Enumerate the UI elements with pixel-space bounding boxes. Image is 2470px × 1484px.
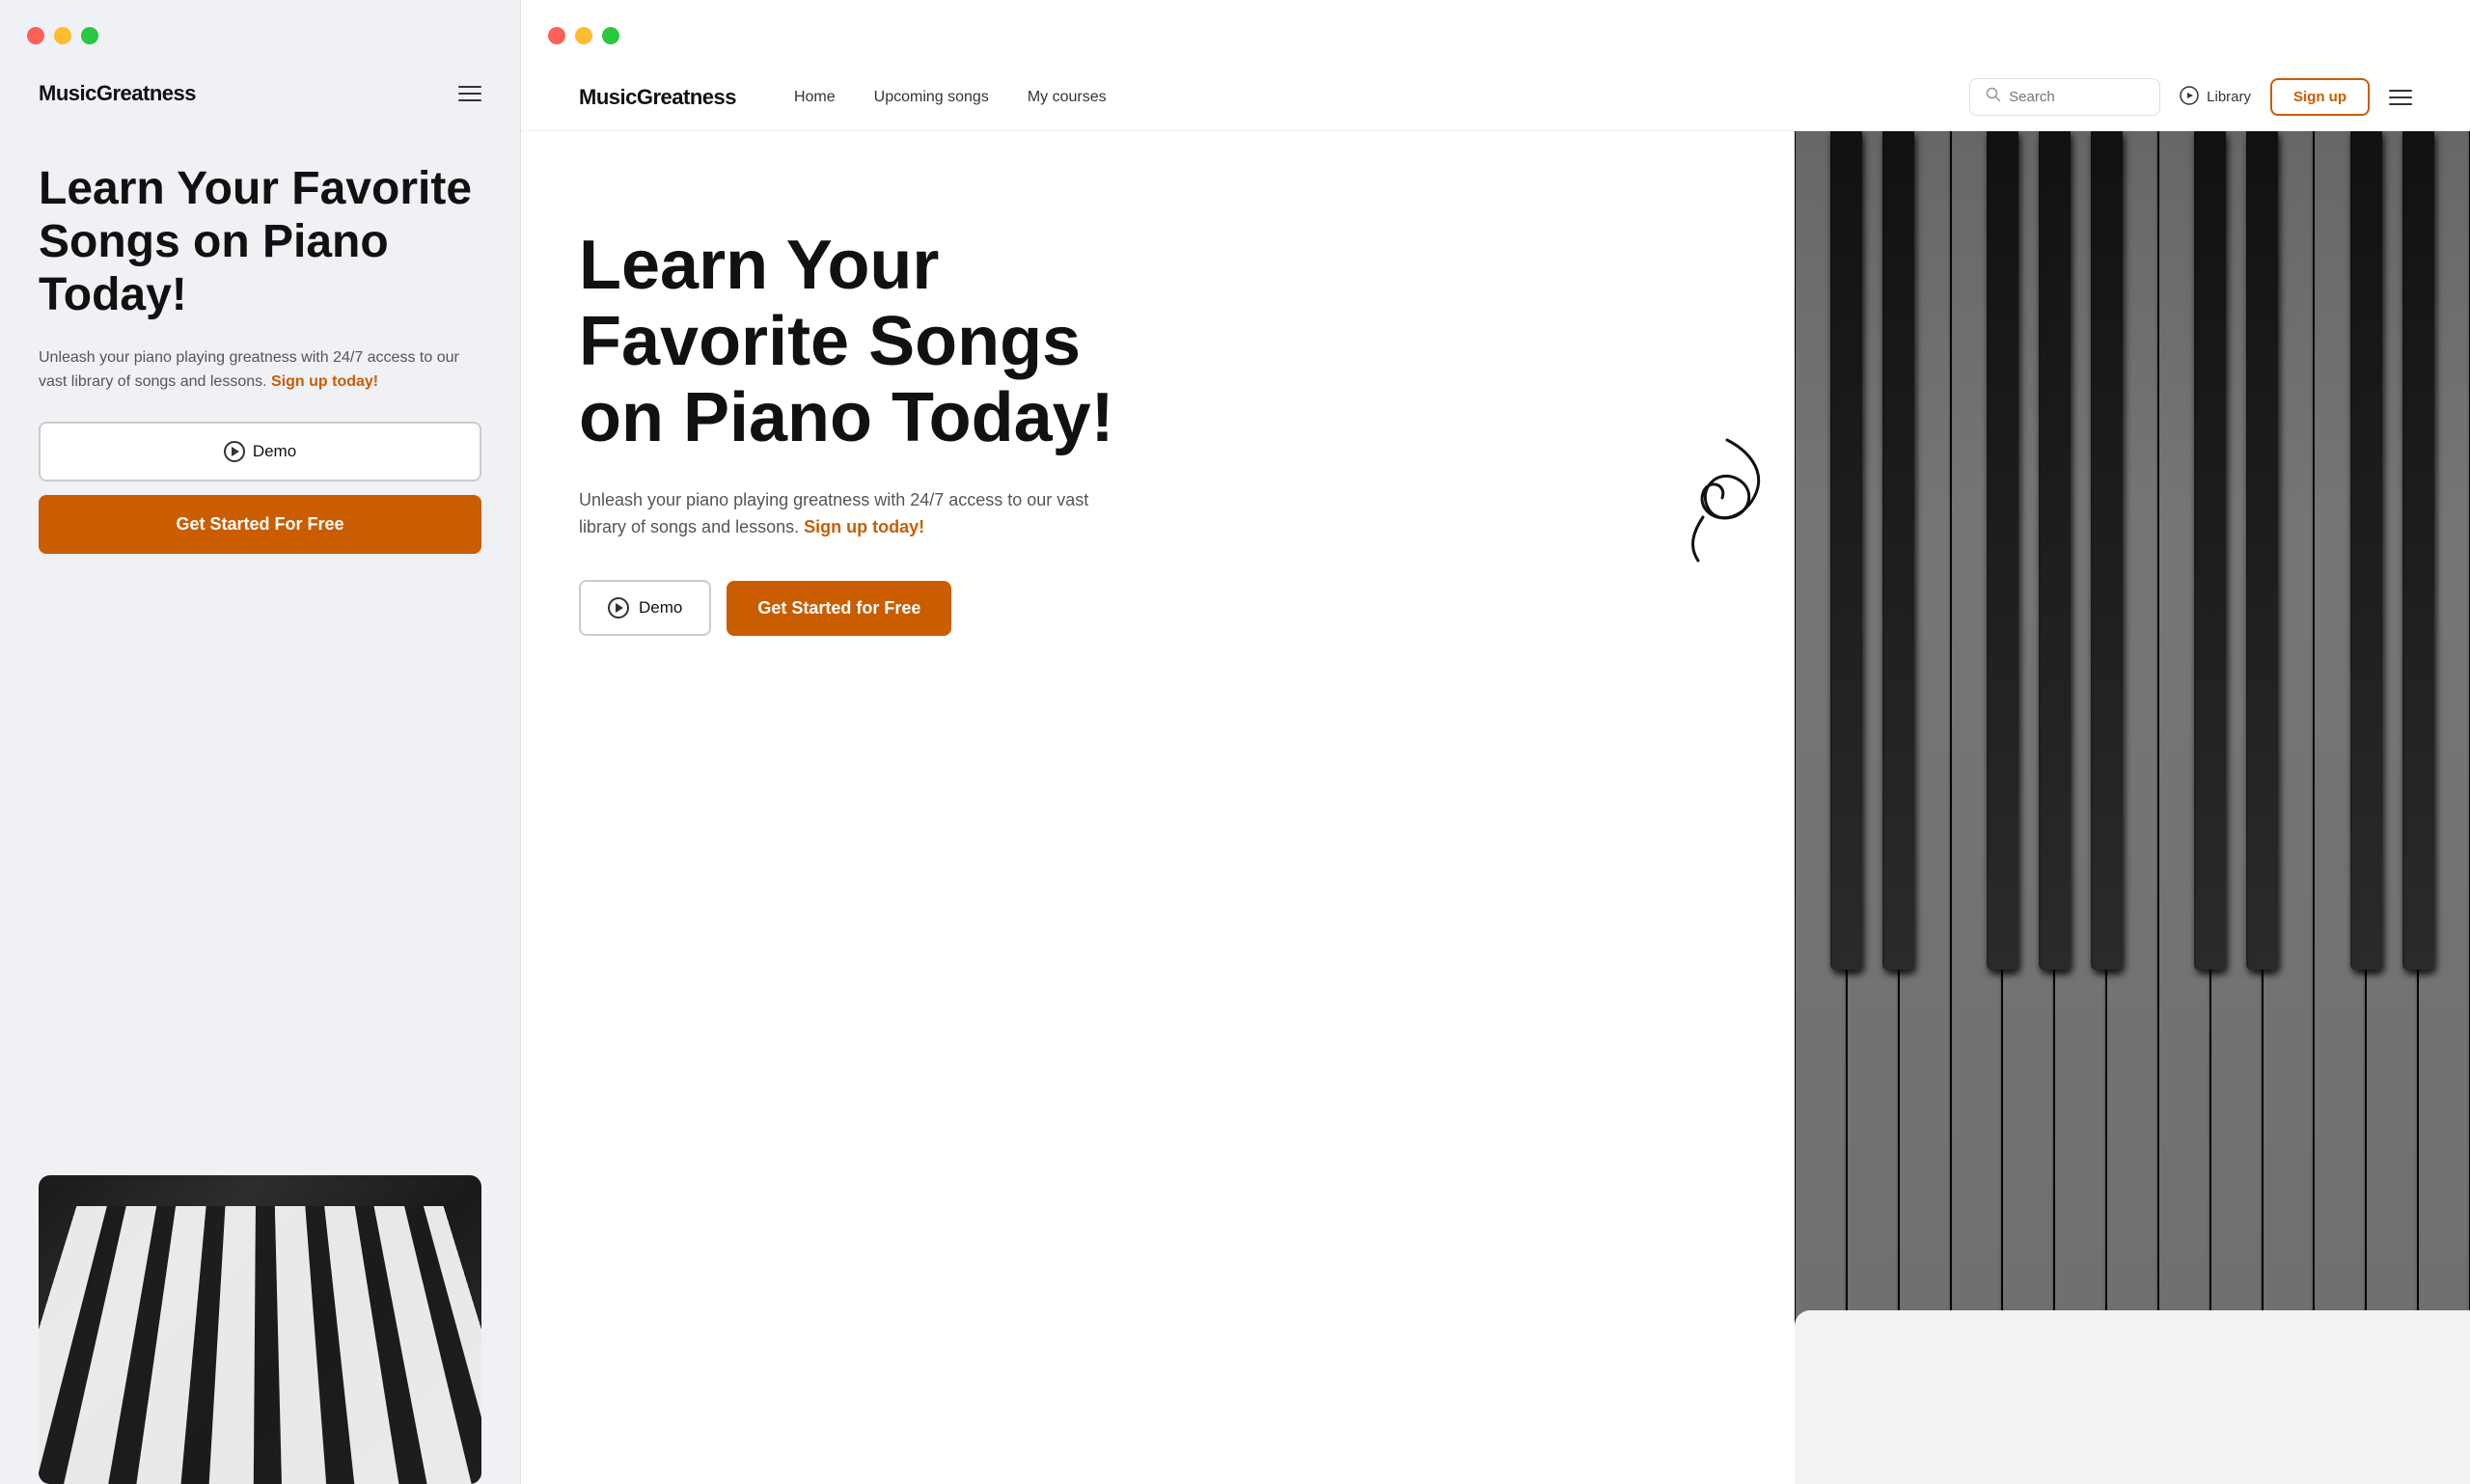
nav-home[interactable]: Home — [794, 89, 836, 106]
nav-links: Home Upcoming songs My courses — [794, 89, 1969, 106]
minimize-dot[interactable] — [54, 27, 71, 44]
desktop-logo: MusicGreatness — [579, 85, 736, 110]
desktop-cta-button[interactable]: Get Started for Free — [727, 581, 951, 636]
search-icon — [1986, 87, 2001, 107]
swirl-decoration — [1650, 421, 1785, 580]
play-circle-icon — [2180, 86, 2199, 109]
expand-dot-desktop[interactable] — [602, 27, 619, 44]
demo-play-triangle — [616, 603, 623, 613]
mobile-hero-title: Learn Your Favorite Songs on Piano Today… — [39, 162, 481, 322]
nav-my-courses[interactable]: My courses — [1028, 89, 1107, 106]
window-chrome-desktop — [521, 0, 2470, 64]
search-box[interactable] — [1969, 78, 2160, 116]
mobile-nav: MusicGreatness — [0, 64, 520, 124]
desktop-hero-title: Learn Your Favorite Songs on Piano Today… — [579, 228, 1139, 457]
nav-right: Library Sign up — [1969, 78, 2412, 116]
mobile-signup-link[interactable]: Sign up today! — [271, 373, 378, 390]
mobile-cta-button[interactable]: Get Started For Free — [39, 495, 481, 554]
desktop-panel: MusicGreatness Home Upcoming songs My co… — [521, 0, 2470, 1484]
play-icon — [224, 441, 245, 462]
close-dot-desktop[interactable] — [548, 27, 565, 44]
mobile-content: Learn Your Favorite Songs on Piano Today… — [0, 124, 520, 1156]
piano-keyboard: .wk { flex:1; background: linear-gradien… — [1795, 131, 2470, 1484]
mobile-demo-button[interactable]: Demo — [39, 422, 481, 481]
desktop-nav: MusicGreatness Home Upcoming songs My co… — [521, 64, 2470, 131]
demo-play-icon — [608, 597, 629, 618]
desktop-hero: Learn Your Favorite Songs on Piano Today… — [521, 131, 1196, 1484]
play-triangle-icon — [232, 447, 239, 456]
search-input[interactable] — [2009, 89, 2144, 105]
hamburger-menu[interactable] — [458, 86, 481, 101]
menu-line-1 — [2389, 90, 2412, 92]
hamburger-line-2 — [458, 93, 481, 95]
menu-line-3 — [2389, 103, 2412, 105]
expand-dot[interactable] — [81, 27, 98, 44]
menu-line-2 — [2389, 96, 2412, 98]
library-button[interactable]: Library — [2180, 86, 2251, 109]
desktop-hero-subtitle: Unleash your piano playing greatness wit… — [579, 486, 1139, 542]
mobile-piano-image — [39, 1175, 481, 1484]
desktop-piano-image: .wk { flex:1; background: linear-gradien… — [1795, 131, 2470, 1484]
mobile-logo: MusicGreatness — [39, 81, 196, 106]
desktop-signup-link[interactable]: Sign up today! — [804, 517, 924, 536]
nav-upcoming-songs[interactable]: Upcoming songs — [874, 89, 989, 106]
hamburger-line-3 — [458, 99, 481, 101]
signup-button[interactable]: Sign up — [2270, 78, 2370, 116]
hamburger-line-1 — [458, 86, 481, 88]
window-chrome-mobile — [0, 0, 520, 64]
piano-keys-visual — [39, 1206, 481, 1484]
bottom-right-section — [1795, 1310, 2470, 1484]
desktop-demo-button[interactable]: Demo — [579, 580, 711, 636]
minimize-dot-desktop[interactable] — [575, 27, 592, 44]
desktop-hamburger[interactable] — [2389, 90, 2412, 105]
mobile-panel: MusicGreatness Learn Your Favorite Songs… — [0, 0, 521, 1484]
mobile-hero-subtitle: Unleash your piano playing greatness wit… — [39, 345, 481, 395]
desktop-main: Learn Your Favorite Songs on Piano Today… — [521, 131, 2470, 1484]
close-dot[interactable] — [27, 27, 44, 44]
cta-buttons: Demo Get Started for Free — [579, 580, 1139, 636]
